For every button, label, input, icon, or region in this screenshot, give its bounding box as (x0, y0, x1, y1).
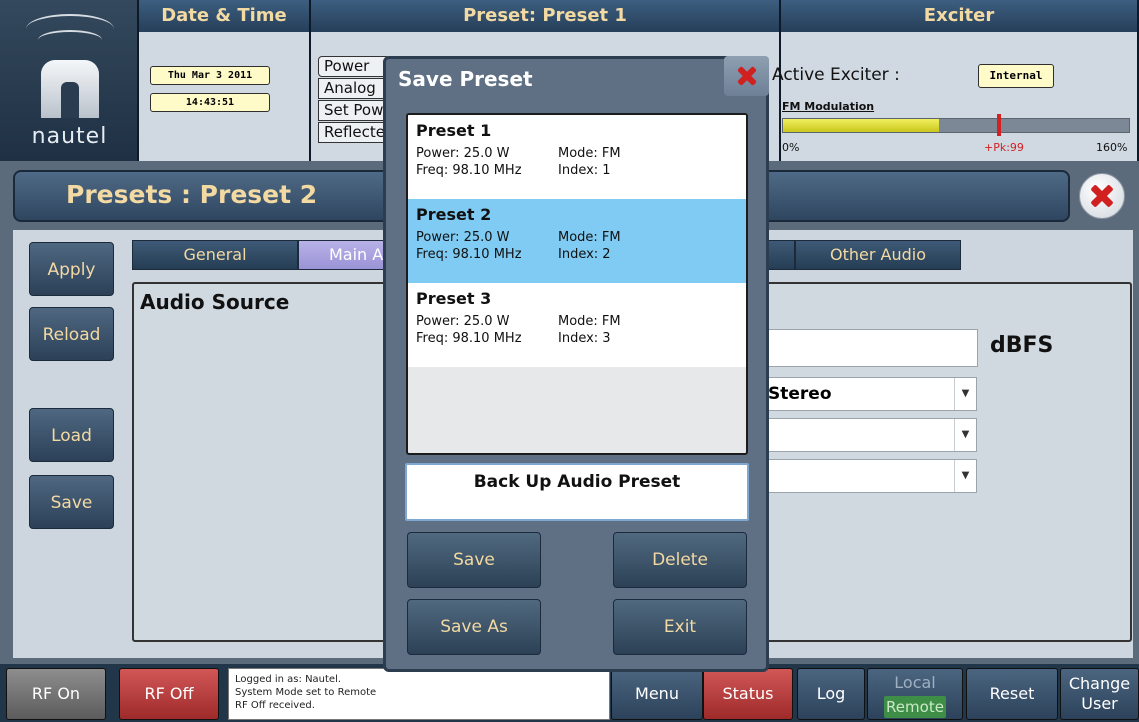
tab-main-audio[interactable]: Main Audio (298, 240, 394, 270)
tab-general[interactable]: General (132, 240, 298, 270)
dialog-title: Save Preset (398, 67, 533, 91)
mode-dropdown-value: Stereo (768, 384, 832, 404)
date-display: Thu Mar 3 2011 (150, 66, 270, 85)
dialog-delete-button[interactable]: Delete (613, 532, 747, 588)
logo-mark-cutout (61, 82, 79, 118)
chevron-down-icon: ▼ (954, 419, 976, 451)
fm-modulation-meter (782, 118, 1130, 133)
page-title: Presets : Preset 2 (66, 180, 318, 209)
fm-modulation-label: FM Modulation (782, 100, 875, 113)
reset-button[interactable]: Reset (966, 668, 1058, 720)
logo-arc (38, 30, 102, 50)
preset-freq: Freq: 98.10 MHz (416, 163, 522, 178)
logo-text: nautel (31, 124, 108, 149)
status-message-box: Logged in as: Nautel. System Mode set to… (228, 668, 610, 720)
level-unit: dBFS (990, 333, 1054, 358)
save-button[interactable]: Save (29, 475, 114, 529)
dialog-save-button[interactable]: Save (407, 532, 541, 588)
reflected-button[interactable]: Reflected (318, 122, 390, 143)
local-label: Local (894, 673, 936, 692)
dialog-close-button[interactable] (724, 56, 769, 96)
preset-freq: Freq: 98.10 MHz (416, 331, 522, 346)
rf-off-button[interactable]: RF Off (119, 668, 219, 720)
fm-modulation-level (783, 119, 939, 132)
active-preset-title: Preset: Preset 1 (311, 0, 781, 32)
status-button[interactable]: Status (703, 668, 793, 720)
load-button[interactable]: Load (29, 408, 114, 462)
preset-index: Index: 1 (558, 163, 611, 178)
tab-other-audio[interactable]: Other Audio (795, 240, 961, 270)
mode-dropdown[interactable]: Stereo ▼ (767, 377, 977, 411)
local-remote-toggle[interactable]: Local Remote (867, 668, 963, 720)
active-exciter-value: Internal (978, 64, 1054, 88)
menu-button[interactable]: Menu (611, 668, 703, 720)
preset-mode: Mode: FM (558, 146, 621, 161)
preset-index: Index: 3 (558, 331, 611, 346)
list-item[interactable]: Preset 3 Power: 25.0 W Mode: FM Freq: 98.… (408, 283, 746, 367)
preset-power: Power: 25.0 W (416, 314, 510, 329)
preset-name: Preset 2 (416, 205, 492, 224)
status-line: System Mode set to Remote (235, 687, 377, 698)
section-title: Audio Source (140, 290, 290, 314)
input-dropdown[interactable]: ▼ (767, 459, 977, 493)
preset-name: Preset 1 (416, 121, 492, 140)
status-line: Logged in as: Nautel. (235, 674, 342, 685)
apply-button[interactable]: Apply (29, 242, 114, 296)
preset-name: Preset 3 (416, 289, 492, 308)
datetime-title: Date & Time (139, 0, 311, 32)
level-input[interactable] (767, 329, 978, 367)
preset-power: Power: 25.0 W (416, 230, 510, 245)
preset-list[interactable]: Preset 1 Power: 25.0 W Mode: FM Freq: 98.… (406, 113, 748, 455)
preset-freq: Freq: 98.10 MHz (416, 247, 522, 262)
log-button[interactable]: Log (797, 668, 865, 720)
active-exciter-label: Active Exciter : (772, 65, 900, 85)
list-item-selected[interactable]: Preset 2 Power: 25.0 W Mode: FM Freq: 98.… (408, 199, 746, 283)
preset-mode: Mode: FM (558, 314, 621, 329)
analog-button[interactable]: Analog (318, 78, 390, 99)
list-item[interactable]: Preset 1 Power: 25.0 W Mode: FM Freq: 98.… (408, 115, 746, 199)
fm-peak-value: +Pk:99 (984, 141, 1024, 154)
set-power-button[interactable]: Set Power (318, 100, 390, 121)
chevron-down-icon: ▼ (954, 378, 976, 410)
source-dropdown[interactable]: ▼ (767, 418, 977, 452)
rf-on-button[interactable]: RF On (6, 668, 106, 720)
exciter-title: Exciter (781, 0, 1139, 32)
reload-button[interactable]: Reload (29, 307, 114, 361)
preset-power: Power: 25.0 W (416, 146, 510, 161)
chevron-down-icon: ▼ (954, 460, 976, 492)
fm-scale-min: 0% (782, 141, 800, 154)
preset-index: Index: 2 (558, 247, 611, 262)
dialog-save-as-button[interactable]: Save As (407, 599, 541, 655)
time-display: 14:43:51 (150, 93, 270, 112)
preset-name-input[interactable]: Back Up Audio Preset (405, 463, 749, 521)
remote-label: Remote (884, 696, 946, 718)
status-line: RF Off received. (235, 700, 315, 711)
dialog-exit-button[interactable]: Exit (613, 599, 747, 655)
close-page-button[interactable] (1079, 173, 1125, 219)
preset-mode: Mode: FM (558, 230, 621, 245)
fm-peak-marker (996, 114, 1001, 136)
change-user-button[interactable]: Change User (1060, 668, 1139, 720)
fm-scale-max: 160% (1096, 141, 1128, 154)
exciter-panel (781, 32, 1139, 161)
power-button[interactable]: Power (318, 56, 390, 77)
